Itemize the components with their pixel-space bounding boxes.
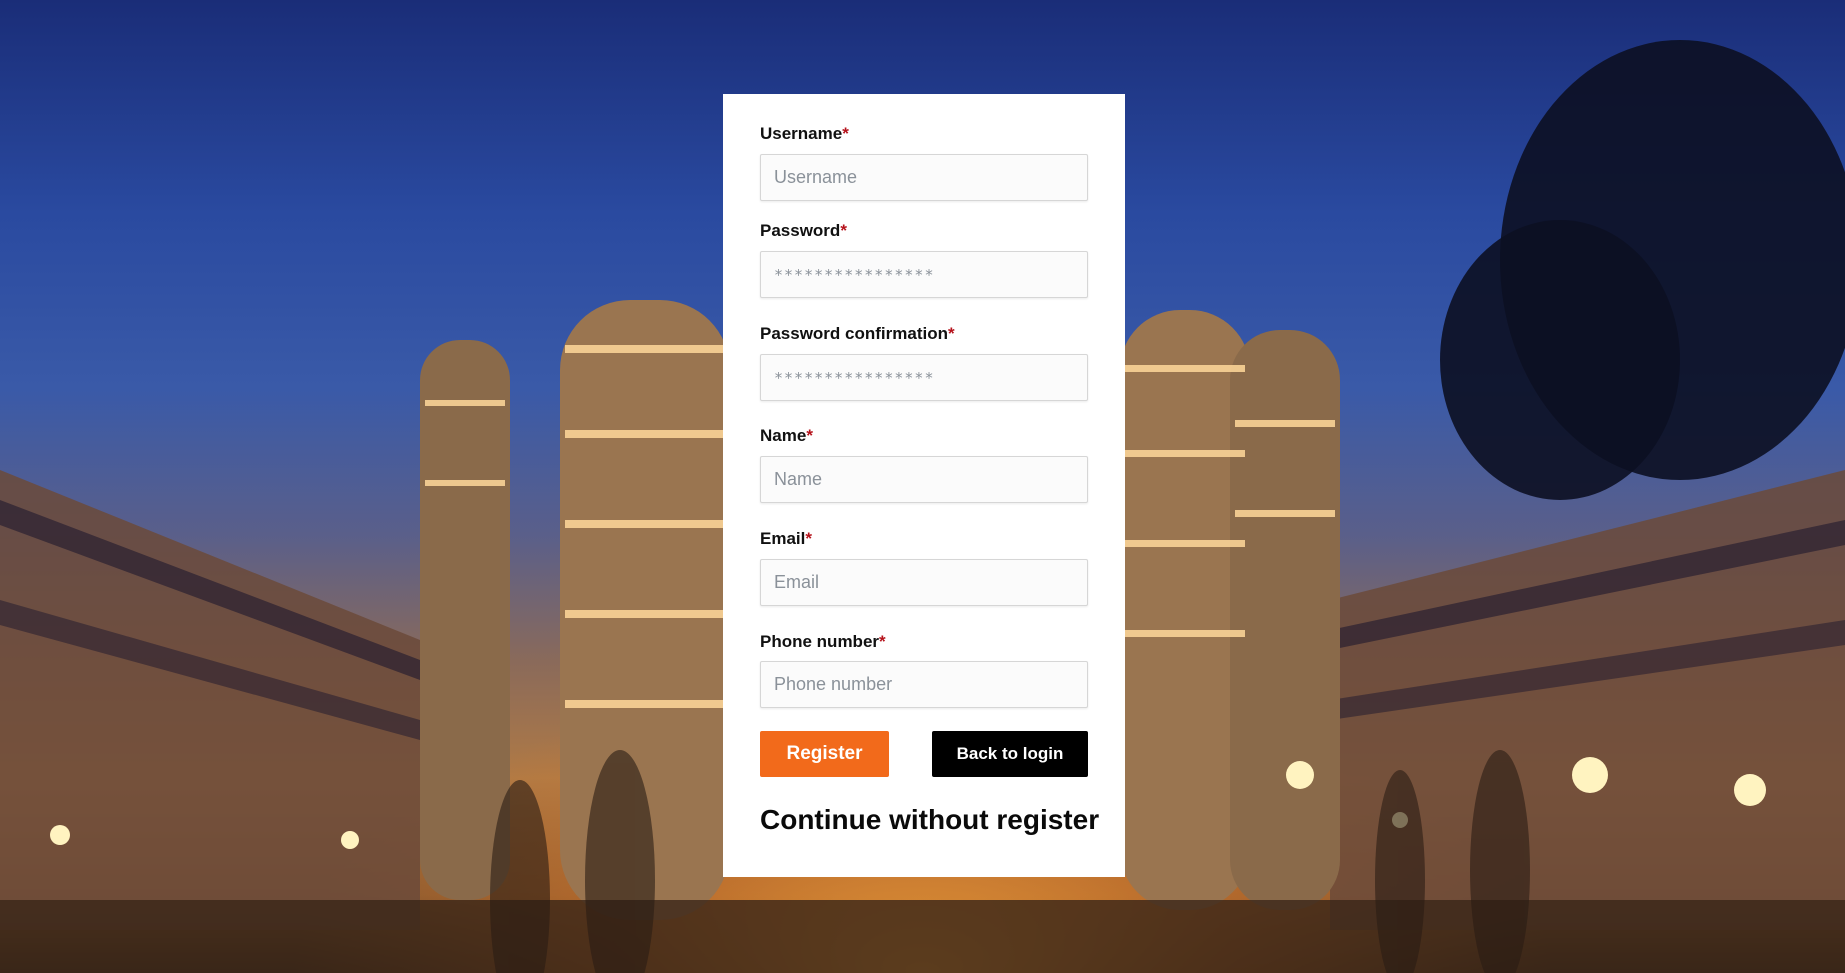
phone-number-input[interactable] [760,661,1088,708]
password-confirmation-label-text: Password confirmation [760,324,948,343]
required-asterisk: * [805,529,812,548]
password-input[interactable] [760,251,1088,298]
username-label-text: Username [760,124,843,143]
register-button[interactable]: Register [760,731,889,777]
page: Username* Password* Password confirmatio… [0,0,1845,973]
username-label: Username* [760,124,849,144]
required-asterisk: * [879,632,886,651]
password-confirmation-input[interactable] [760,354,1088,401]
name-label-text: Name [760,426,807,445]
password-confirmation-label: Password confirmation* [760,324,955,344]
email-input[interactable] [760,559,1088,606]
required-asterisk: * [947,324,955,343]
username-input[interactable] [760,154,1088,201]
required-asterisk: * [840,221,847,240]
continue-without-register-link[interactable]: Continue without register [760,804,1099,836]
password-label-text: Password [760,221,841,240]
password-label: Password* [760,221,847,241]
email-label-text: Email [760,529,806,548]
required-asterisk: * [842,124,849,143]
email-label: Email* [760,529,812,549]
phone-number-label: Phone number* [760,632,886,652]
required-asterisk: * [806,426,813,445]
back-to-login-button[interactable]: Back to login [932,731,1088,777]
name-input[interactable] [760,456,1088,503]
name-label: Name* [760,426,813,446]
register-form-card: Username* Password* Password confirmatio… [723,94,1125,877]
phone-number-label-text: Phone number [760,632,880,651]
